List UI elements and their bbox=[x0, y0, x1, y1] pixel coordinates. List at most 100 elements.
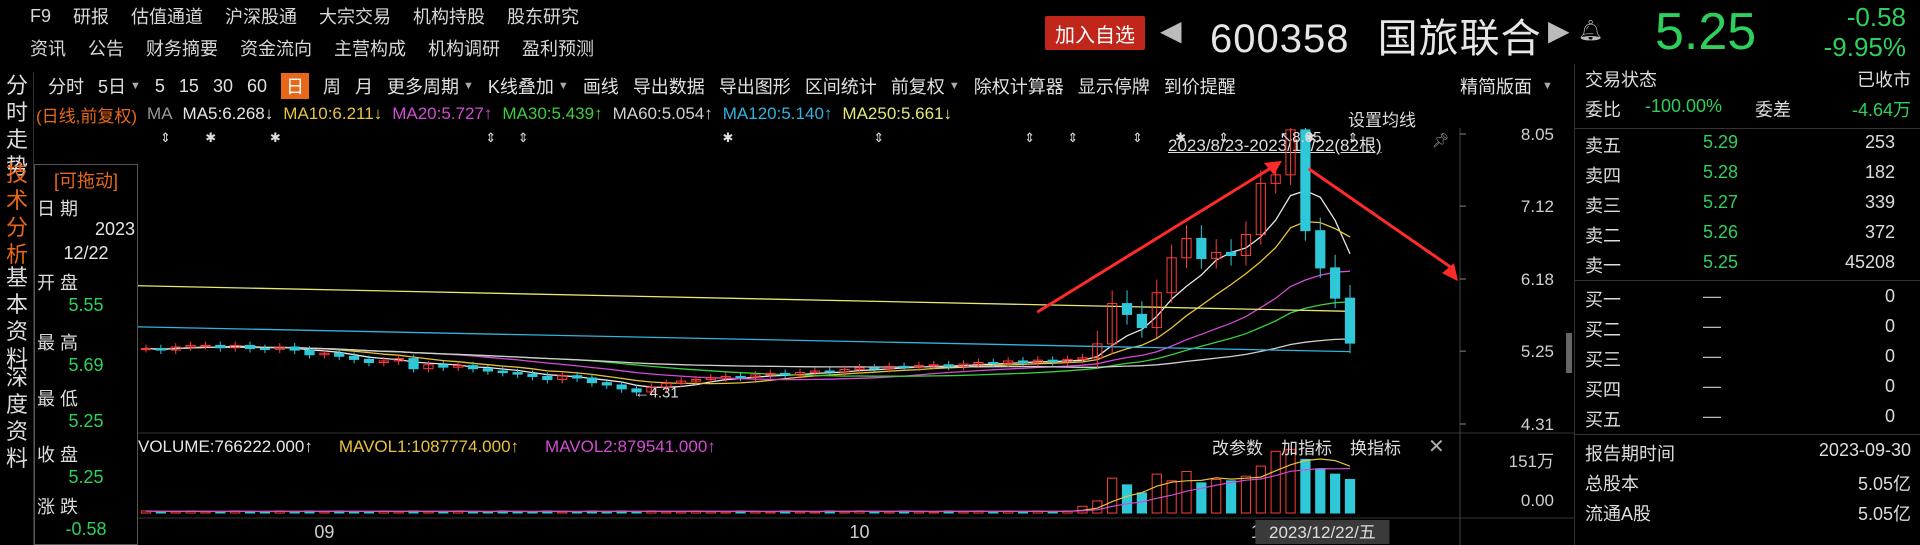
toolbar-item[interactable]: 导出图形 bbox=[719, 73, 791, 99]
toolbar-item[interactable]: 周 bbox=[323, 73, 341, 99]
info-marker-icon[interactable]: ⇕ bbox=[1132, 130, 1143, 145]
close-icon[interactable]: ✕ bbox=[1428, 434, 1445, 459]
nav-item[interactable]: 大宗交易 bbox=[319, 3, 391, 29]
kline-chart[interactable]: 8.057.126.185.254.31151万0.0009101112 ⇕✱✱… bbox=[34, 128, 1574, 545]
toolbar-item[interactable]: 分时 bbox=[48, 73, 84, 99]
toolbar-item[interactable]: 区间统计 bbox=[805, 73, 877, 99]
info-box[interactable]: [可拖动] 日 期 2023 12/22 开 盘 5.55 最 高 5.69 最… bbox=[34, 164, 138, 545]
toolbar-item[interactable]: 月 bbox=[355, 73, 373, 99]
nav-item[interactable]: 机构持股 bbox=[413, 3, 485, 29]
info-marker-icon[interactable]: ✱ bbox=[1175, 130, 1186, 145]
volume-legend: VOLUME:766222.000↑ MAVOL1:1087774.000↑ MAV… bbox=[138, 436, 742, 458]
price-tick-label: 6.18 bbox=[1521, 270, 1554, 289]
nav-item[interactable]: 研报 bbox=[73, 3, 109, 29]
toolbar-item[interactable]: 15 bbox=[179, 76, 199, 97]
nav-row-2: 资讯 公告 财务摘要 资金流向 主营构成 机构调研 盈利预测 bbox=[0, 32, 594, 64]
info-marker-icon[interactable]: ✱ bbox=[270, 130, 281, 145]
toolbar-item[interactable]: 30 bbox=[213, 76, 233, 97]
nav-item[interactable]: F9 bbox=[30, 6, 51, 27]
volume-bar bbox=[1225, 480, 1237, 514]
candles bbox=[140, 128, 1356, 396]
book-price: — bbox=[1703, 286, 1721, 306]
dropdown-icon[interactable]: ▼ bbox=[949, 80, 960, 92]
info-marker-icon[interactable]: ⇕ bbox=[1348, 130, 1359, 145]
add-watchlist-button[interactable]: 加入自选 bbox=[1045, 16, 1145, 50]
nav-item[interactable]: 股东研究 bbox=[507, 3, 579, 29]
date-year: 2023 bbox=[94, 219, 135, 239]
toolbar-item[interactable]: 导出数据 bbox=[633, 73, 705, 99]
nav-item[interactable]: 机构调研 bbox=[428, 35, 500, 61]
info-marker-icon[interactable]: ⇕ bbox=[1067, 130, 1078, 145]
nav-item[interactable]: 主营构成 bbox=[334, 35, 406, 61]
info-marker-icon[interactable]: ⇕ bbox=[1218, 130, 1229, 145]
toolbar-item[interactable]: 画线 bbox=[583, 73, 619, 99]
book-label: 卖一 bbox=[1585, 256, 1621, 276]
date-label: 日 期 bbox=[37, 199, 79, 219]
book-row: 买二 — 0 bbox=[1575, 316, 1920, 346]
trade-status-row: 交易状态 已收市 bbox=[1575, 66, 1920, 96]
scrollbar[interactable] bbox=[1566, 333, 1572, 373]
vol-action[interactable]: 加指标 bbox=[1281, 434, 1332, 459]
mavol10-line bbox=[145, 467, 1351, 513]
bell-icon[interactable]: 🔔︎ bbox=[1578, 18, 1603, 43]
nav-item[interactable]: 沪深股通 bbox=[225, 3, 297, 29]
candle-body bbox=[304, 349, 315, 356]
book-row: 卖一 5.25 45208 bbox=[1575, 252, 1920, 282]
ma-item: MA5:6.268↓ bbox=[182, 104, 274, 123]
toolbar-item[interactable]: 更多周期 bbox=[387, 73, 459, 99]
toolbar-item[interactable]: 显示停牌 bbox=[1078, 73, 1150, 99]
book-row: 卖四 5.28 182 bbox=[1575, 162, 1920, 192]
vol-action[interactable]: 改参数 bbox=[1212, 434, 1263, 459]
max-price-label: ↖8.05 bbox=[1280, 129, 1322, 146]
nav-item[interactable]: 财务摘要 bbox=[146, 35, 218, 61]
dropdown-icon[interactable]: ▼ bbox=[130, 80, 141, 92]
book-row: 卖二 5.26 372 bbox=[1575, 222, 1920, 252]
info-value: 2023-09-30 bbox=[1818, 440, 1911, 460]
simple-layout-button[interactable]: 精简版面 ▼ bbox=[1460, 72, 1553, 100]
book-label: 买五 bbox=[1585, 410, 1621, 430]
toolbar-item[interactable]: 到价提醒 bbox=[1164, 73, 1236, 99]
left-tab-1[interactable]: 技术分析 bbox=[0, 160, 34, 268]
info-marker-icon[interactable]: ⇕ bbox=[160, 130, 171, 145]
left-tab-2[interactable]: 基本资料 bbox=[0, 264, 34, 372]
candle-body bbox=[348, 355, 360, 360]
volume-bar bbox=[1121, 484, 1133, 514]
info-marker-icon[interactable]: ⇕ bbox=[485, 130, 496, 145]
low-value: 5.25 bbox=[68, 411, 104, 431]
toolbar-item[interactable]: 5日 bbox=[98, 73, 126, 99]
toolbar-item[interactable]: 日 bbox=[281, 73, 310, 99]
vol-action[interactable]: 换指标 bbox=[1350, 434, 1401, 459]
info-marker-icon[interactable]: ⇕ bbox=[518, 130, 529, 145]
nav-item[interactable]: 资讯 bbox=[30, 35, 66, 61]
next-stock-icon[interactable]: ▶ bbox=[1548, 14, 1570, 47]
book-row: 卖三 5.27 339 bbox=[1575, 192, 1920, 222]
info-marker-icon[interactable]: ✱ bbox=[722, 130, 733, 145]
book-label: 买三 bbox=[1585, 350, 1621, 370]
candle-body bbox=[363, 358, 375, 363]
toolbar-item[interactable]: 前复权 bbox=[891, 73, 945, 99]
book-row: 卖五 5.29 253 bbox=[1575, 132, 1920, 162]
left-tab-3[interactable]: 深度资料 bbox=[0, 364, 34, 472]
nav-item[interactable]: 盈利预测 bbox=[522, 35, 594, 61]
book-volume: 0 bbox=[1884, 286, 1895, 306]
info-marker-icon[interactable]: ✱ bbox=[205, 130, 216, 145]
info-marker-icon[interactable]: ⇕ bbox=[873, 130, 884, 145]
date-tick-label: 10 bbox=[849, 522, 869, 542]
nav-item[interactable]: 公告 bbox=[88, 35, 124, 61]
prev-stock-icon[interactable]: ◀ bbox=[1160, 14, 1182, 47]
toolbar-item[interactable]: 60 bbox=[247, 76, 267, 97]
ma-item: MA60:5.054↑ bbox=[612, 104, 713, 123]
info-box-title[interactable]: [可拖动] bbox=[35, 167, 137, 193]
annotations: ⇕ ✱ ✱ ⇕ ⇕ ✱ ⇕ ⇕ ⇕ ⇕ ✱ ⇕ ✱ ⇕↖8.05←4.312023/12/22/五 bbox=[160, 129, 1458, 544]
toolbar-item[interactable]: K线叠加 bbox=[488, 73, 554, 99]
toolbar-item[interactable]: 除权计算器 bbox=[974, 73, 1064, 99]
candle-body bbox=[155, 348, 166, 351]
nav-item[interactable]: 估值通道 bbox=[131, 3, 203, 29]
info-marker-icon[interactable]: ⇕ bbox=[1024, 130, 1035, 145]
candle-body bbox=[334, 352, 345, 357]
nav-item[interactable]: 资金流向 bbox=[240, 35, 312, 61]
dropdown-icon[interactable]: ▼ bbox=[463, 80, 474, 92]
dropdown-icon[interactable]: ▼ bbox=[558, 80, 569, 92]
left-tab-label: 深度资料 bbox=[6, 365, 29, 471]
toolbar-item[interactable]: 5 bbox=[155, 76, 165, 97]
